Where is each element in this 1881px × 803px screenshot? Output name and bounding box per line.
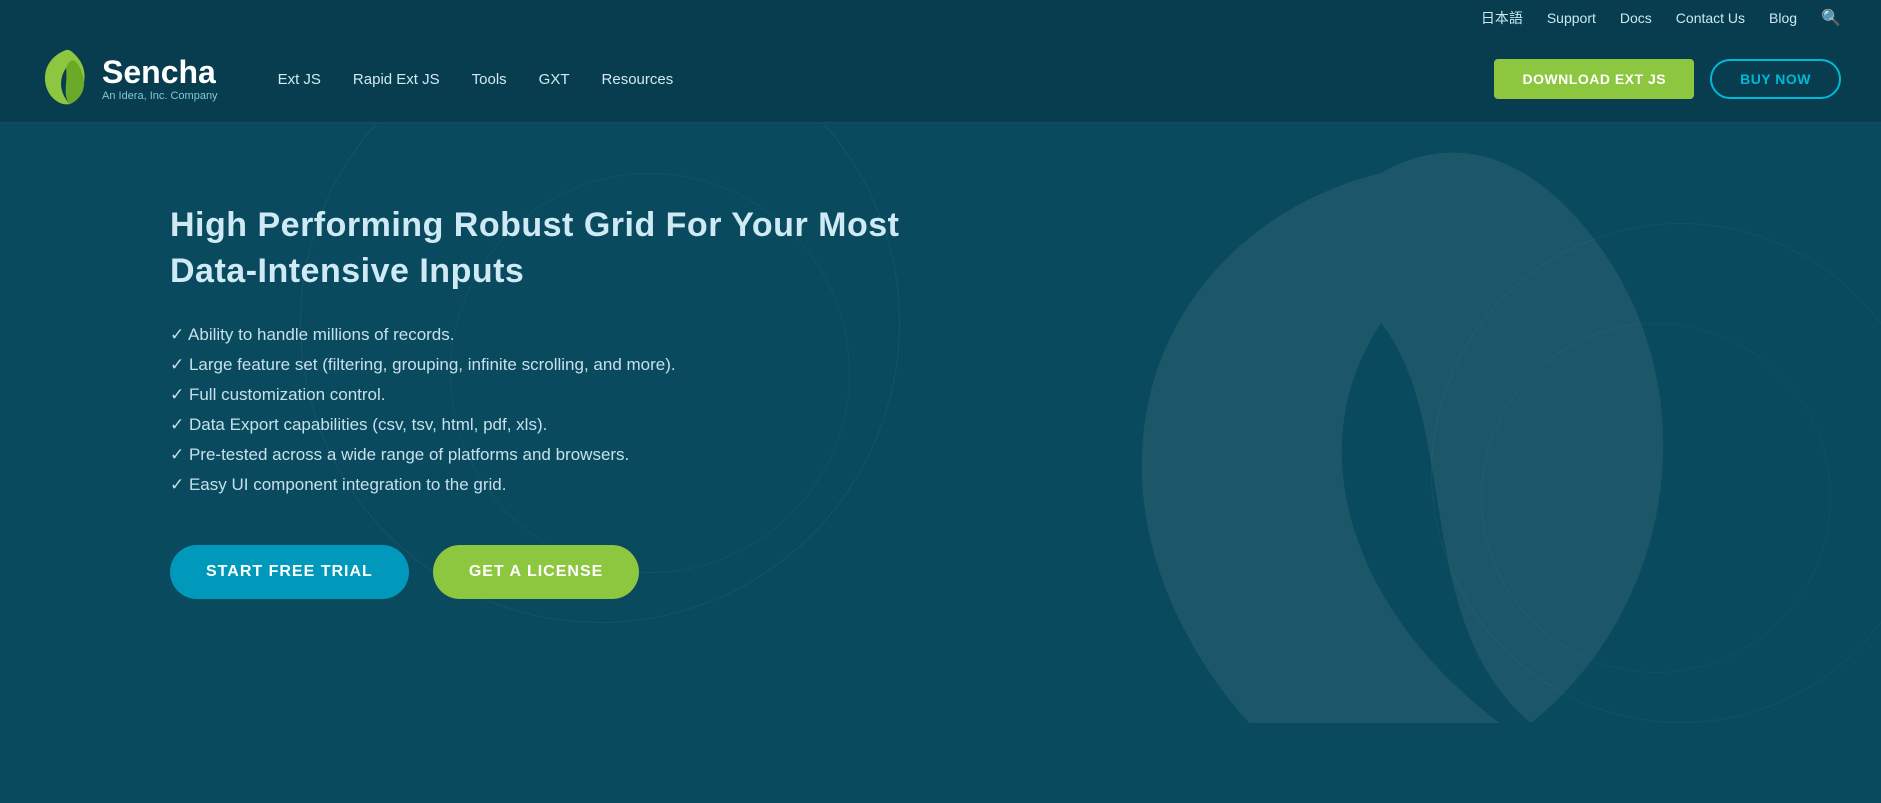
main-navigation: Sencha An Idera, Inc. Company Ext JS Rap…: [0, 36, 1881, 123]
feature-item-5: ✓ Pre-tested across a wide range of plat…: [170, 445, 920, 465]
get-license-button[interactable]: GET A LICENSE: [433, 545, 640, 599]
japanese-link[interactable]: 日本語: [1481, 8, 1523, 28]
feature-text-5: ✓ Pre-tested across a wide range of plat…: [170, 445, 629, 465]
search-icon[interactable]: 🔍: [1821, 8, 1841, 28]
hero-actions: START FREE TRIAL GET A LICENSE: [170, 545, 920, 599]
feature-text-6: ✓ Easy UI component integration to the g…: [170, 475, 506, 495]
top-utility-bar: 日本語 Support Docs Contact Us Blog 🔍: [0, 0, 1881, 36]
bg-circle-4: [1481, 323, 1831, 673]
nav-item-rapidextjs[interactable]: Rapid Ext JS: [353, 67, 440, 92]
nav-item-resources[interactable]: Resources: [602, 67, 674, 92]
hero-content: High Performing Robust Grid For Your Mos…: [170, 203, 920, 599]
feature-text-3: ✓ Full customization control.: [170, 385, 386, 405]
logo-link[interactable]: Sencha An Idera, Inc. Company: [40, 48, 218, 110]
logo-icon: [40, 48, 92, 110]
feature-item-6: ✓ Easy UI component integration to the g…: [170, 475, 920, 495]
feature-list: ✓ Ability to handle millions of records.…: [170, 325, 920, 495]
support-link[interactable]: Support: [1547, 10, 1596, 26]
blog-link[interactable]: Blog: [1769, 10, 1797, 26]
nav-actions: DOWNLOAD EXT JS BUY NOW: [1494, 59, 1841, 99]
feature-item-1: ✓ Ability to handle millions of records.: [170, 325, 920, 345]
buy-now-button[interactable]: BUY NOW: [1710, 59, 1841, 99]
feature-item-4: ✓ Data Export capabilities (csv, tsv, ht…: [170, 415, 920, 435]
feature-item-2: ✓ Large feature set (filtering, grouping…: [170, 355, 920, 375]
feature-text-2: ✓ Large feature set (filtering, grouping…: [170, 355, 676, 375]
nav-item-gxt[interactable]: GXT: [539, 67, 570, 92]
hero-section: High Performing Robust Grid For Your Mos…: [0, 123, 1881, 723]
logo-name: Sencha: [102, 56, 218, 88]
hero-title: High Performing Robust Grid For Your Mos…: [170, 203, 920, 295]
nav-links: Ext JS Rapid Ext JS Tools GXT Resources: [278, 67, 1495, 92]
feature-text-1: ✓ Ability to handle millions of records.: [170, 325, 454, 345]
feature-item-3: ✓ Full customization control.: [170, 385, 920, 405]
contact-link[interactable]: Contact Us: [1676, 10, 1745, 26]
feature-text-4: ✓ Data Export capabilities (csv, tsv, ht…: [170, 415, 547, 435]
bg-swirl-icon: [1031, 123, 1731, 723]
nav-item-tools[interactable]: Tools: [472, 67, 507, 92]
start-free-trial-button[interactable]: START FREE TRIAL: [170, 545, 409, 599]
bg-circle-3: [1431, 223, 1881, 723]
logo-tagline: An Idera, Inc. Company: [102, 90, 218, 102]
docs-link[interactable]: Docs: [1620, 10, 1652, 26]
nav-item-extjs[interactable]: Ext JS: [278, 67, 321, 92]
download-extjs-button[interactable]: DOWNLOAD EXT JS: [1494, 59, 1694, 99]
